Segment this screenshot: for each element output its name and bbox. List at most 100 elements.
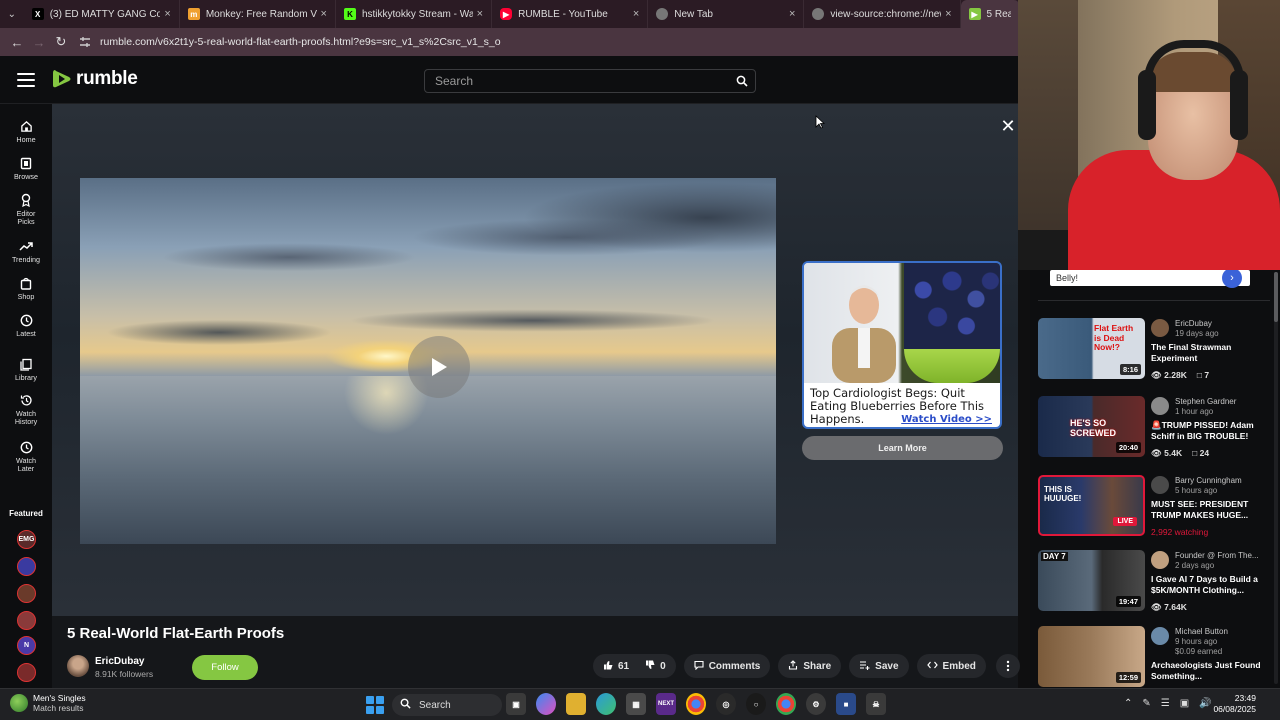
- browser-tab[interactable]: ▶ RUMBLE - YouTube ×: [492, 0, 649, 28]
- nav-shop[interactable]: Shop: [0, 275, 52, 301]
- featured-channel-avatar[interactable]: [17, 557, 36, 576]
- url-field[interactable]: rumble.com/v6x2t1y-5-real-world-flat-ear…: [78, 31, 1010, 53]
- settings-gear-icon[interactable]: ⚙: [806, 693, 826, 715]
- copilot-icon[interactable]: [536, 693, 556, 715]
- video-player[interactable]: [80, 178, 776, 544]
- channel-name[interactable]: Founder @ From The...: [1175, 551, 1259, 560]
- featured-channel-avatar[interactable]: [17, 584, 36, 603]
- menu-icon[interactable]: [17, 73, 35, 87]
- video-title[interactable]: Archaeologists Just Found Something...: [1151, 660, 1269, 681]
- thumbs-up-icon[interactable]: [603, 660, 613, 673]
- nav-latest[interactable]: Latest: [0, 312, 52, 338]
- forward-arrow-icon[interactable]: →: [28, 31, 50, 53]
- save-button[interactable]: Save: [849, 654, 909, 678]
- comments-button[interactable]: Comments: [683, 654, 771, 678]
- chrome-icon[interactable]: [686, 693, 706, 715]
- browser-tab[interactable]: m Monkey: Free Random Video Chat ×: [180, 0, 336, 28]
- nav-watch-later[interactable]: Watch Later: [0, 439, 52, 473]
- nav-home[interactable]: Home: [0, 118, 52, 144]
- channel-avatar[interactable]: [1151, 551, 1169, 569]
- channel-avatar[interactable]: [1151, 627, 1169, 645]
- thumbs-down-icon[interactable]: [645, 660, 655, 673]
- close-icon[interactable]: ✕: [1000, 117, 1016, 135]
- nav-browse[interactable]: Browse: [0, 155, 52, 181]
- channel-name[interactable]: Barry Cunningham: [1175, 476, 1242, 485]
- monitor-icon[interactable]: ■: [836, 693, 856, 715]
- scrollbar-track[interactable]: [1274, 272, 1278, 684]
- widgets-button[interactable]: Men's Singles Match results: [10, 693, 86, 713]
- browser-tab-active[interactable]: ▶ 5 Real: [960, 0, 1020, 28]
- browser-tab[interactable]: K hstikkytokky Stream - Watch Live ×: [336, 0, 493, 28]
- featured-channel-avatar[interactable]: EMG: [17, 530, 36, 549]
- tab-search-chevron-icon[interactable]: ⌄: [0, 0, 24, 28]
- follow-button[interactable]: Follow: [192, 655, 258, 680]
- video-title[interactable]: MUST SEE: PRESIDENT TRUMP MAKES HUGE...: [1151, 499, 1269, 520]
- video-thumbnail[interactable]: DAY 7 19:47: [1038, 550, 1145, 611]
- featured-channel-avatar[interactable]: [17, 611, 36, 630]
- nav-watch-history[interactable]: Watch History: [0, 392, 52, 426]
- channel-name[interactable]: Stephen Gardner: [1175, 397, 1236, 406]
- app-next-icon[interactable]: NEXT: [656, 693, 676, 715]
- chrome-active-icon[interactable]: [776, 693, 796, 715]
- system-clock[interactable]: 23:49 06/08/2025: [1213, 693, 1256, 715]
- share-button[interactable]: Share: [778, 654, 842, 678]
- tab-close-icon[interactable]: ×: [477, 8, 483, 20]
- play-button-icon[interactable]: [408, 336, 470, 398]
- edge-icon[interactable]: [596, 693, 616, 715]
- channel-avatar[interactable]: [67, 655, 89, 677]
- recommended-item[interactable]: THIS IS HUUUGE! LIVE Barry Cunningham 5 …: [1038, 475, 1270, 537]
- send-arrow-icon[interactable]: ›: [1222, 268, 1242, 288]
- start-windows-icon[interactable]: [366, 696, 384, 714]
- pen-icon[interactable]: ✎: [1142, 698, 1150, 709]
- chevron-up-icon[interactable]: ⌃: [1124, 698, 1132, 709]
- video-thumbnail[interactable]: 12:59: [1038, 626, 1145, 687]
- scrollbar-thumb[interactable]: [1274, 272, 1278, 322]
- tab-close-icon[interactable]: ×: [164, 8, 170, 20]
- ad-watch-link[interactable]: Watch Video >>: [901, 414, 992, 425]
- channel-name[interactable]: EricDubay: [95, 656, 144, 667]
- learn-more-button[interactable]: Learn More: [802, 436, 1003, 460]
- comment-input[interactable]: Belly!: [1050, 270, 1250, 286]
- video-title[interactable]: 🚨TRUMP PISSED! Adam Schiff in BIG TROUBL…: [1151, 420, 1269, 441]
- taskbar-search[interactable]: Search: [392, 694, 502, 716]
- volume-icon[interactable]: 🔊: [1199, 698, 1211, 709]
- recommended-item[interactable]: HE'S SO SCREWED 20:40 Stephen Gardner 1 …: [1038, 396, 1270, 458]
- reload-icon[interactable]: ↻: [50, 31, 72, 53]
- search-input[interactable]: Search: [424, 69, 756, 93]
- obs-icon[interactable]: ○: [746, 693, 766, 715]
- file-explorer-icon[interactable]: [566, 693, 586, 715]
- featured-channel-avatar[interactable]: [17, 663, 36, 682]
- browser-tab[interactable]: X (3) ED MATTY GANG Community ×: [24, 0, 180, 28]
- recommended-item[interactable]: DAY 7 19:47 Founder @ From The... 2 days…: [1038, 550, 1270, 612]
- app-icon[interactable]: ◎: [716, 693, 736, 715]
- embed-button[interactable]: Embed: [916, 654, 986, 678]
- channel-avatar[interactable]: [1151, 319, 1169, 337]
- channel-name[interactable]: Michael Button: [1175, 627, 1228, 636]
- channel-avatar[interactable]: [1151, 476, 1169, 494]
- language-icon[interactable]: ☰: [1161, 698, 1170, 709]
- video-thumbnail[interactable]: THIS IS HUUUGE! LIVE: [1038, 475, 1145, 536]
- network-icon[interactable]: ▣: [1180, 698, 1189, 709]
- store-icon[interactable]: ▦: [626, 693, 646, 715]
- nav-library[interactable]: Library: [0, 356, 52, 382]
- video-title[interactable]: The Final Strawman Experiment: [1151, 342, 1269, 363]
- browser-tab[interactable]: view-source:chrome://new-tab ×: [804, 0, 961, 28]
- game-icon[interactable]: ☠: [866, 693, 886, 715]
- featured-channel-avatar[interactable]: N: [17, 636, 36, 655]
- nav-trending[interactable]: Trending: [0, 238, 52, 264]
- more-options-icon[interactable]: [995, 654, 1020, 678]
- ad-banner[interactable]: Top Cardiologist Begs: Quit Eating Blueb…: [802, 261, 1002, 429]
- rumble-logo[interactable]: rumble: [52, 68, 138, 90]
- tab-close-icon[interactable]: ×: [633, 8, 639, 20]
- video-title[interactable]: I Gave AI 7 Days to Build a $5K/MONTH Cl…: [1151, 574, 1269, 595]
- channel-name[interactable]: EricDubay: [1175, 319, 1212, 328]
- task-view-icon[interactable]: ▣: [506, 693, 526, 715]
- back-arrow-icon[interactable]: ←: [6, 31, 28, 53]
- recommended-item[interactable]: Flat Earth is Dead Now!? 8:16 EricDubay …: [1038, 318, 1270, 380]
- recommended-item[interactable]: 12:59 Michael Button 9 hours ago $0.09 e…: [1038, 626, 1270, 688]
- tab-close-icon[interactable]: ×: [789, 8, 795, 20]
- video-thumbnail[interactable]: HE'S SO SCREWED 20:40: [1038, 396, 1145, 457]
- search-icon[interactable]: [729, 69, 755, 93]
- tab-close-icon[interactable]: ×: [321, 8, 327, 20]
- video-thumbnail[interactable]: Flat Earth is Dead Now!? 8:16: [1038, 318, 1145, 379]
